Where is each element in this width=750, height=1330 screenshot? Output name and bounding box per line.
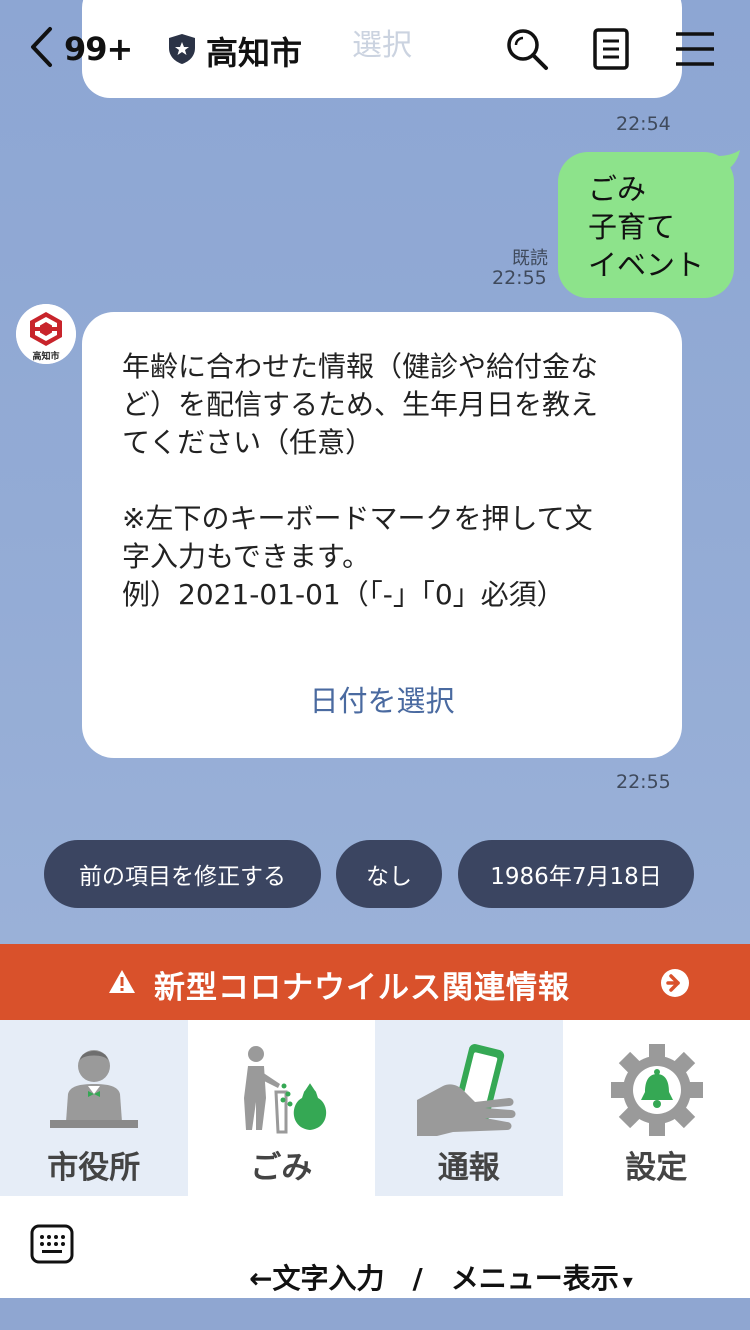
note-icon[interactable]	[588, 26, 634, 72]
select-date-button[interactable]: 日付を選択	[82, 678, 682, 720]
phone-report-icon	[413, 1042, 525, 1138]
avatar[interactable]: 高知市	[16, 304, 76, 364]
shield-icon	[168, 33, 196, 69]
chat-area: 選択 22:54 99+ 高知市 既読 22:55 ごみ	[0, 0, 750, 944]
chat-header: 99+ 高知市	[0, 0, 750, 98]
quick-reply-none[interactable]: なし	[336, 840, 442, 908]
menu-label-garbage: ごみ	[188, 1142, 376, 1187]
page-title: 高知市	[206, 28, 302, 74]
received-message-time: 22:55	[616, 771, 671, 793]
menu-toggle[interactable]: ←文字入力 / メニュー表示▾	[210, 1224, 633, 1330]
sent-message-bubble[interactable]: ごみ 子育て イベント	[558, 152, 734, 298]
garbage-disposal-icon	[226, 1042, 338, 1138]
sent-message-time: 22:55	[492, 267, 547, 289]
sent-message-text: ごみ 子育て イベント	[588, 170, 704, 284]
sent-line: イベント	[588, 246, 704, 284]
menu-label-settings: 設定	[563, 1142, 750, 1187]
received-message-bubble: 年齢に合わせた情報（健診や給付金な ど）を配信するため、生年月日を教え てくださ…	[82, 312, 682, 758]
received-message-text: 年齢に合わせた情報（健診や給付金な ど）を配信するため、生年月日を教え てくださ…	[122, 348, 652, 614]
quick-reply-birthdate[interactable]: 1986年7月18日	[458, 840, 694, 908]
menu-item-report[interactable]: 通報	[375, 1020, 563, 1196]
menu-label-report: 通報	[375, 1142, 563, 1187]
city-hall-staff-icon	[38, 1042, 150, 1138]
rich-menu: 市役所 ごみ 通報	[0, 1020, 750, 1196]
bottom-bar: ←文字入力 / メニュー表示▾	[0, 1196, 750, 1298]
menu-icon[interactable]	[672, 26, 718, 72]
warning-icon	[108, 968, 136, 996]
quick-reply-edit-previous[interactable]: 前の項目を修正する	[44, 840, 321, 908]
menu-toggle-label: ←文字入力 / メニュー表示	[249, 1262, 619, 1295]
previous-message-time: 22:54	[616, 113, 671, 135]
settings-bell-icon	[601, 1042, 713, 1138]
chevron-left-icon	[28, 25, 54, 73]
sent-line: 子育て	[588, 208, 704, 246]
search-icon[interactable]	[504, 26, 550, 72]
arrow-right-circle-icon	[660, 968, 690, 998]
banner-text: 新型コロナウイルス関連情報	[154, 962, 570, 1007]
menu-item-city-hall[interactable]: 市役所	[0, 1020, 188, 1196]
menu-item-garbage[interactable]: ごみ	[188, 1020, 376, 1196]
keyboard-icon[interactable]	[30, 1224, 74, 1264]
avatar-label: 高知市	[16, 349, 76, 362]
menu-item-settings[interactable]: 設定	[563, 1020, 750, 1196]
caret-down-icon: ▾	[623, 1269, 633, 1293]
covid-info-banner[interactable]: 新型コロナウイルス関連情報	[0, 944, 750, 1020]
chat-title: 高知市	[168, 28, 302, 74]
back-button[interactable]: 99+	[28, 24, 132, 74]
menu-label-city-hall: 市役所	[0, 1142, 188, 1187]
unread-count: 99+	[64, 30, 132, 68]
sent-line: ごみ	[588, 170, 704, 208]
